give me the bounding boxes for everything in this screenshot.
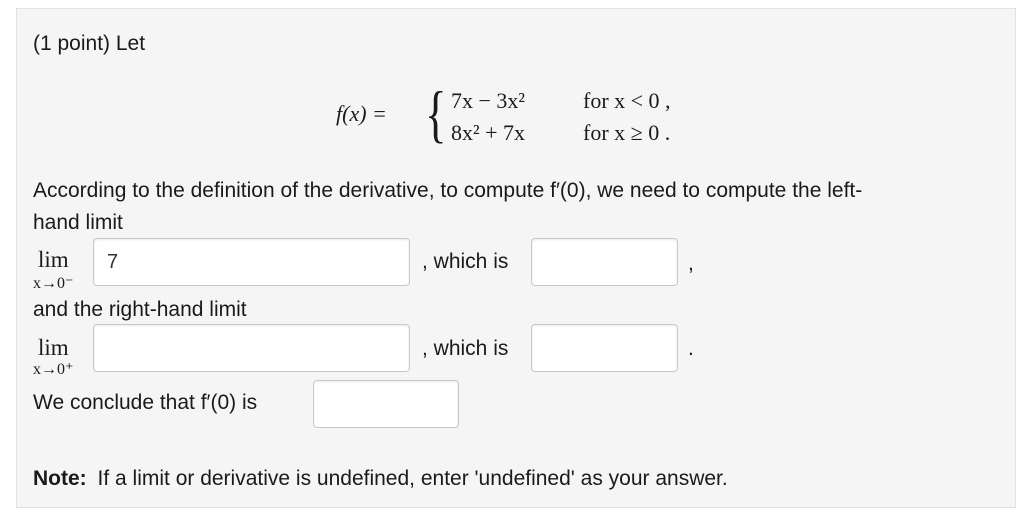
conclusion-input[interactable]: [313, 380, 459, 428]
function-lhs: f(x) =: [336, 101, 387, 126]
left-limit-lim: lim: [38, 247, 69, 272]
left-which-is-label: , which is: [422, 250, 509, 273]
case2-expression: 8x² + 7x: [451, 120, 526, 145]
note: Note: If a limit or derivative is undefi…: [33, 468, 728, 489]
case2-condition: for x ≥ 0 .: [583, 120, 671, 145]
right-limit-label: and the right-hand limit: [33, 298, 247, 321]
problem-header: (1 point) Let: [33, 32, 146, 55]
note-label: Note:: [33, 467, 87, 490]
left-trailing-comma: ,: [688, 252, 694, 275]
conclusion-text: We conclude that f′(0) is: [33, 391, 258, 414]
right-limit-expression-input[interactable]: [93, 324, 410, 372]
left-limit-expression-field[interactable]: [107, 250, 409, 274]
right-which-is-label: , which is: [422, 337, 509, 360]
piecewise-brace: {: [425, 78, 447, 149]
right-limit-lim: lim: [38, 335, 69, 360]
instruction-line-1: According to the definition of the deriv…: [33, 179, 863, 202]
note-text: If a limit or derivative is undefined, e…: [97, 467, 728, 490]
case1-condition: for x < 0 ,: [583, 88, 671, 113]
instruction-line-2: hand limit: [33, 211, 123, 234]
left-limit-expression-input[interactable]: [93, 238, 410, 286]
right-limit-subscript: x→0⁺: [33, 361, 74, 378]
left-limit-value-input[interactable]: [531, 238, 678, 286]
case1-expression: 7x − 3x²: [451, 88, 526, 113]
right-trailing-period: .: [688, 337, 694, 360]
left-limit-subscript: x→0⁻: [33, 275, 74, 292]
right-limit-value-input[interactable]: [531, 324, 678, 372]
